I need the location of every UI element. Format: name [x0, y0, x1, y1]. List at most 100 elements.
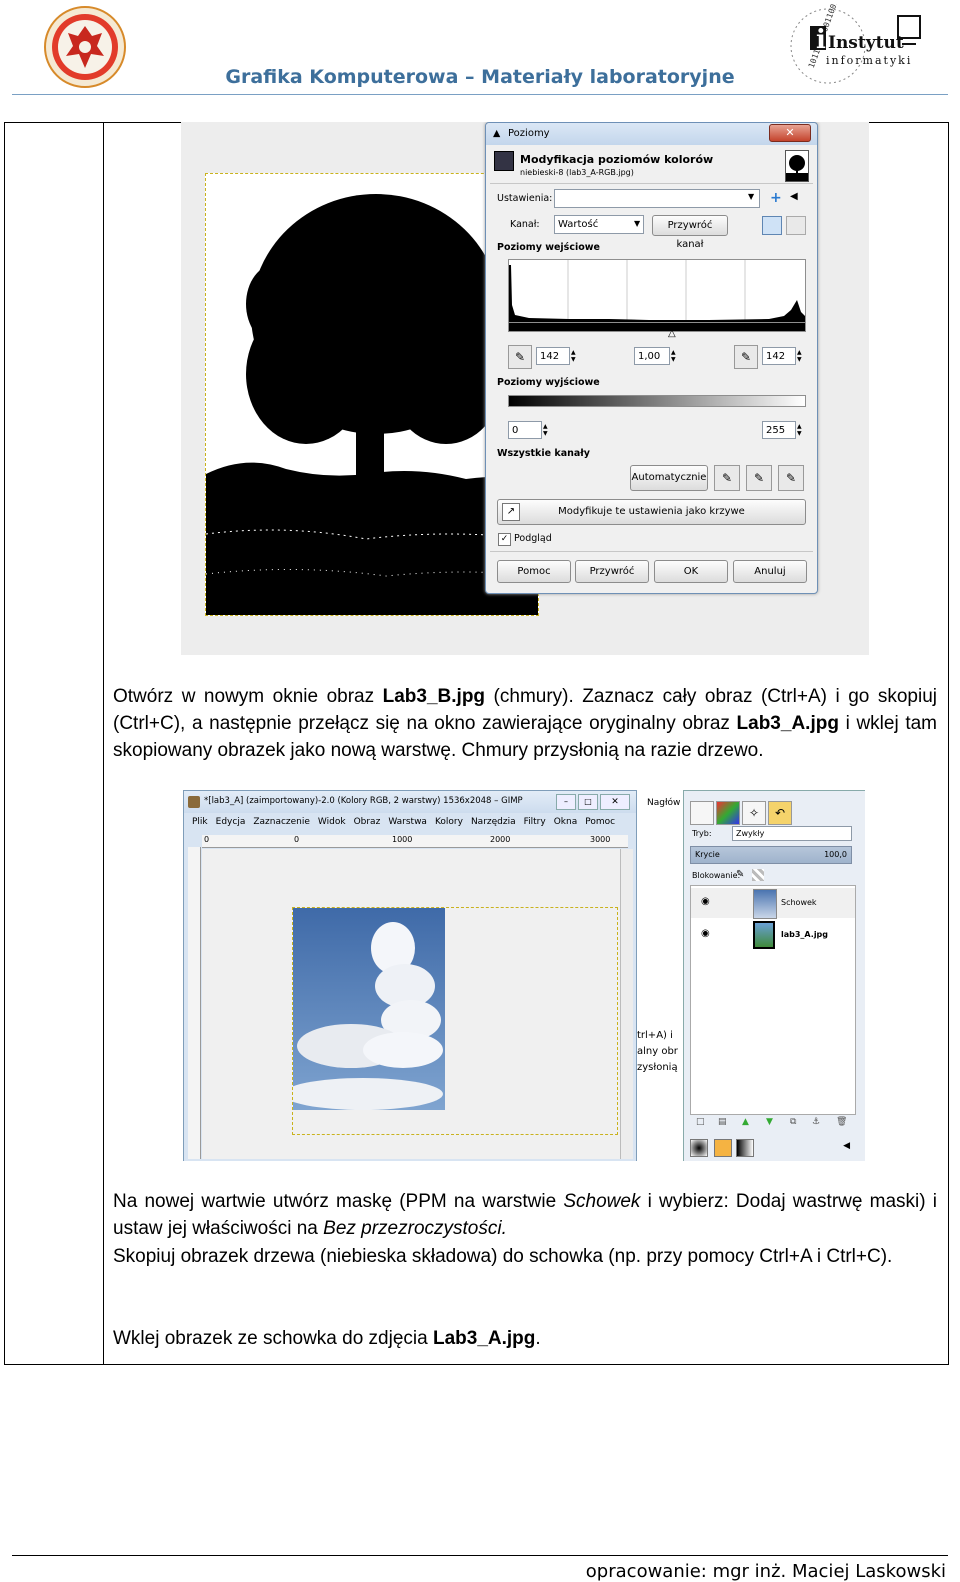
- panel-menu-icon[interactable]: ◀: [843, 1141, 850, 1151]
- menu-okna[interactable]: Okna: [550, 817, 582, 833]
- input-gamma-field[interactable]: 1,00: [634, 347, 670, 365]
- levels-heading-icon: [494, 151, 514, 171]
- eyedropper-gray-icon[interactable]: ✎: [746, 465, 772, 491]
- channel-label: Kanał:: [510, 219, 540, 230]
- layer-name: lab3_A.jpg: [781, 930, 829, 939]
- channels-tab-icon[interactable]: [716, 801, 740, 825]
- lock-alpha-icon[interactable]: [752, 869, 764, 881]
- instruction-paragraph-2: Na nowej wartwie utwórz maskę (PPM na wa…: [113, 1188, 937, 1242]
- menu-plik[interactable]: Plik: [188, 817, 212, 833]
- new-group-icon[interactable]: ▤: [718, 1117, 727, 1127]
- menu-kolory[interactable]: Kolory: [431, 817, 467, 833]
- pattern-icon[interactable]: [714, 1139, 732, 1157]
- vertical-scrollbar[interactable]: [620, 849, 633, 1159]
- layer-name: Schowek: [781, 898, 817, 907]
- brush-icon[interactable]: [690, 1139, 708, 1157]
- reset-button[interactable]: Przywróć: [575, 560, 649, 583]
- visibility-eye-icon[interactable]: ◉: [701, 896, 710, 907]
- settings-dropdown-icon[interactable]: ▼: [748, 192, 754, 201]
- mode-select[interactable]: Zwykły: [732, 826, 852, 841]
- eyedropper-white-icon[interactable]: ✎: [778, 465, 804, 491]
- close-icon[interactable]: ✕: [600, 794, 630, 810]
- menu-edycja[interactable]: Edycja: [212, 817, 250, 833]
- opacity-slider[interactable]: Krycie 100,0: [690, 846, 852, 864]
- help-button[interactable]: Pomoc: [497, 560, 571, 583]
- add-preset-icon[interactable]: +: [770, 190, 782, 206]
- dialog-titlebar: ▲ Poziomy ✕: [486, 123, 817, 145]
- raise-layer-icon[interactable]: ▲: [742, 1117, 749, 1127]
- menu-zaznaczenie[interactable]: Zaznaczenie: [249, 817, 314, 833]
- minimize-icon[interactable]: –: [556, 794, 576, 810]
- input-levels-label: Poziomy wejściowe: [497, 242, 600, 253]
- settings-combo[interactable]: [554, 189, 760, 208]
- instruction-paragraph-4: Wklej obrazek ze schowka do zdjęcia Lab3…: [113, 1325, 937, 1352]
- menu-pomoc[interactable]: Pomoc: [581, 817, 619, 833]
- menu-warstwa[interactable]: Warstwa: [384, 817, 431, 833]
- duplicate-layer-icon[interactable]: ⧉: [790, 1117, 796, 1127]
- pick-white-point-icon[interactable]: ✎: [734, 345, 758, 369]
- anchor-layer-icon[interactable]: ⚓: [812, 1117, 820, 1127]
- gimp-window: *[lab3_A] (zaimportowany)-2.0 (Kolory RG…: [183, 790, 637, 1161]
- paragraph-text: .: [535, 1328, 541, 1349]
- vertical-ruler: [188, 847, 201, 1159]
- footer-author: opracowanie: mgr inż. Maciej Laskowski: [585, 1561, 946, 1582]
- ruler-tick: 3000: [590, 835, 611, 844]
- input-gamma-slider-icon[interactable]: △: [668, 328, 676, 339]
- preset-menu-icon[interactable]: ◀: [790, 191, 798, 202]
- undo-tab-icon[interactable]: ↶: [768, 801, 792, 825]
- auto-button[interactable]: Automatycznie: [630, 465, 708, 491]
- levels-dialog: ▲ Poziomy ✕ Modyfikacja poziomów kolorów…: [485, 122, 818, 594]
- gimp-screenshot: Nagłów trl+A) i alny obr zysłonią *[lab3…: [183, 790, 865, 1161]
- log-histogram-icon[interactable]: [786, 216, 806, 235]
- channel-select[interactable]: Wartość: [554, 215, 644, 234]
- output-low-spin-icon[interactable]: ▲ ▼: [543, 423, 548, 437]
- cancel-button[interactable]: Anuluj: [733, 560, 807, 583]
- layers-panel: ✧ ↶ Tryb: Zwykły Krycie 100,0 Blokowanie…: [683, 790, 865, 1161]
- clouds-image: [293, 908, 445, 1110]
- delete-layer-icon[interactable]: 🗑: [836, 1117, 847, 1127]
- menu-widok[interactable]: Widok: [314, 817, 350, 833]
- lock-pixels-icon[interactable]: ✎: [736, 869, 744, 880]
- paths-tab-icon[interactable]: ✧: [742, 801, 766, 825]
- curves-icon: ↗: [502, 503, 520, 521]
- layers-tab-icon[interactable]: [690, 801, 714, 825]
- header-divider: [12, 94, 948, 95]
- logo-sub-text: informatyki: [826, 54, 912, 67]
- file-name-a: Lab3_A.jpg: [432, 1328, 536, 1349]
- new-layer-icon[interactable]: □: [696, 1117, 705, 1127]
- output-low-field[interactable]: 0: [508, 421, 542, 439]
- reset-channel-button[interactable]: Przywróć kanał: [652, 215, 728, 250]
- logo-brand-text: Instytut: [828, 33, 904, 53]
- input-low-field[interactable]: 142: [536, 347, 570, 365]
- pick-black-point-icon[interactable]: ✎: [508, 345, 532, 369]
- levels-screenshot: ▲ Poziomy ✕ Modyfikacja poziomów kolorów…: [181, 122, 869, 655]
- preview-checkbox[interactable]: ✓: [498, 533, 511, 546]
- eyedropper-black-icon[interactable]: ✎: [714, 465, 740, 491]
- layer-row[interactable]: ◉ Schowek: [691, 888, 855, 919]
- input-high-spin-icon[interactable]: ▲ ▼: [797, 349, 802, 363]
- output-high-field[interactable]: 255: [762, 421, 796, 439]
- maximize-icon[interactable]: □: [578, 794, 598, 810]
- linear-histogram-icon[interactable]: [762, 216, 782, 235]
- lower-layer-icon[interactable]: ▼: [766, 1117, 773, 1127]
- input-high-field[interactable]: 142: [762, 347, 796, 365]
- close-window-button[interactable]: ✕: [769, 124, 811, 142]
- ok-button[interactable]: OK: [654, 560, 728, 583]
- visibility-eye-icon[interactable]: ◉: [701, 928, 710, 939]
- levels-window-icon: ▲: [493, 128, 501, 139]
- edit-as-curves-button[interactable]: ↗ Modyfikuje te ustawienia jako krzywe: [497, 499, 806, 525]
- gimp-canvas[interactable]: [202, 849, 620, 1159]
- input-low-spin-icon[interactable]: ▲ ▼: [571, 349, 576, 363]
- menu-narzedzia[interactable]: Narzędzia: [467, 817, 520, 833]
- input-gradient-bar: [508, 322, 806, 332]
- gradient-icon[interactable]: [736, 1139, 754, 1157]
- output-high-spin-icon[interactable]: ▲ ▼: [797, 423, 802, 437]
- svg-text:i: i: [816, 25, 826, 55]
- input-gamma-spin-icon[interactable]: ▲ ▼: [671, 349, 676, 363]
- layer-row[interactable]: ◉ lab3_A.jpg: [691, 920, 855, 950]
- layer-thumbnail-clouds: [753, 889, 777, 919]
- menu-filtry[interactable]: Filtry: [520, 817, 550, 833]
- menu-obraz[interactable]: Obraz: [350, 817, 385, 833]
- settings-label: Ustawienia:: [497, 193, 553, 204]
- channel-dropdown-icon[interactable]: ▼: [634, 219, 640, 228]
